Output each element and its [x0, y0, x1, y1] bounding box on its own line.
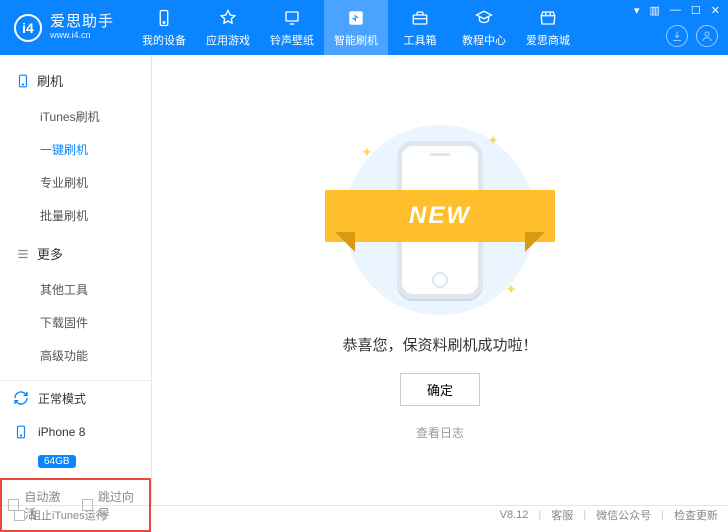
shop-icon [538, 8, 558, 28]
nav-apps[interactable]: 应用游戏 [196, 0, 260, 55]
sidebar: 刷机iTunes刷机一键刷机专业刷机批量刷机更多其他工具下载固件高级功能 正常模… [0, 55, 152, 505]
minimize-icon[interactable]: — [670, 4, 681, 17]
footer-link-support[interactable]: 客服 [551, 507, 573, 523]
device-name: iPhone 8 [38, 425, 85, 439]
nav-flash[interactable]: 智能刷机 [324, 0, 388, 55]
header: i4 爱思助手 www.i4.cn 我的设备应用游戏铃声壁纸智能刷机工具箱教程中… [0, 0, 728, 55]
ringtone-icon [282, 8, 302, 28]
side-item-0-3[interactable]: 批量刷机 [0, 199, 151, 232]
logo-url: www.i4.cn [50, 31, 114, 41]
nav-shop[interactable]: 爱思商城 [516, 0, 580, 55]
logo-badge-icon: i4 [14, 14, 42, 42]
refresh-icon [12, 389, 30, 407]
top-nav: 我的设备应用游戏铃声壁纸智能刷机工具箱教程中心爱思商城 [132, 0, 580, 55]
close-icon[interactable]: ✕ [711, 4, 720, 17]
version-label: V8.12 [500, 509, 529, 521]
success-illustration: ✦✦✦ NEW [335, 120, 545, 320]
main-content: ✦✦✦ NEW 恭喜您，保资料刷机成功啦！ 确定 查看日志 [152, 55, 728, 505]
nav-ringtone[interactable]: 铃声壁纸 [260, 0, 324, 55]
apps-icon [218, 8, 238, 28]
footer-link-wechat[interactable]: 微信公众号 [596, 507, 651, 523]
success-message: 恭喜您，保资料刷机成功啦！ [342, 334, 537, 355]
phone-icon [12, 423, 30, 441]
view-log-link[interactable]: 查看日志 [416, 424, 464, 441]
tutorial-icon [474, 8, 494, 28]
nav-device[interactable]: 我的设备 [132, 0, 196, 55]
device-row[interactable]: iPhone 8 64GB [0, 415, 151, 478]
ok-button[interactable]: 确定 [400, 373, 480, 406]
logo[interactable]: i4 爱思助手 www.i4.cn [0, 0, 132, 55]
side-item-1-2[interactable]: 高级功能 [0, 339, 151, 372]
side-head-0[interactable]: 刷机 [0, 67, 151, 100]
side-item-0-0[interactable]: iTunes刷机 [0, 100, 151, 133]
mode-label: 正常模式 [38, 390, 86, 407]
nav-toolbox[interactable]: 工具箱 [388, 0, 452, 55]
user-icon[interactable] [696, 25, 718, 47]
side-item-0-1[interactable]: 一键刷机 [0, 133, 151, 166]
menu-icon[interactable]: ▾ [634, 4, 640, 17]
footer-link-update[interactable]: 检查更新 [674, 507, 718, 523]
side-head-icon [16, 72, 30, 90]
side-head-icon [16, 247, 30, 261]
download-icon[interactable] [666, 25, 688, 47]
side-item-1-0[interactable]: 其他工具 [0, 273, 151, 306]
flash-icon [346, 8, 366, 28]
mode-row[interactable]: 正常模式 [0, 381, 151, 415]
new-banner: NEW [325, 190, 555, 242]
side-head-1[interactable]: 更多 [0, 240, 151, 273]
logo-title: 爱思助手 [50, 14, 114, 31]
storage-badge: 64GB [38, 455, 76, 468]
maximize-icon[interactable]: ☐ [691, 4, 701, 17]
skin-icon[interactable]: ▥ [650, 4, 660, 17]
nav-tutorial[interactable]: 教程中心 [452, 0, 516, 55]
toolbox-icon [410, 8, 430, 28]
device-icon [154, 8, 174, 28]
side-item-1-1[interactable]: 下载固件 [0, 306, 151, 339]
window-controls: ▾ ▥ — ☐ ✕ [634, 4, 720, 17]
side-item-0-2[interactable]: 专业刷机 [0, 166, 151, 199]
block-itunes-checkbox[interactable]: 阻止iTunes运行 [14, 507, 107, 523]
